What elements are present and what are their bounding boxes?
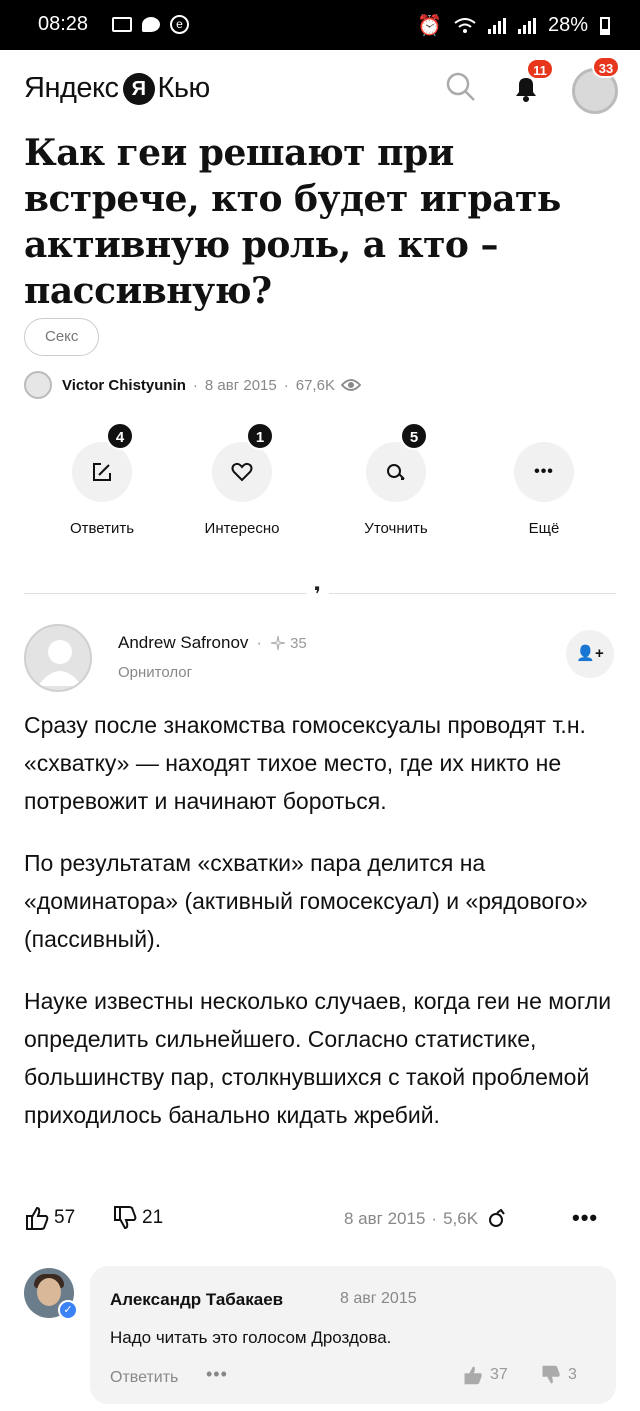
logo-text-left: Яндекс [24, 72, 119, 104]
battery-percent: 28% [547, 14, 588, 36]
clarify-count-badge: 5 [400, 422, 428, 450]
separator-dot: · [431, 1209, 438, 1228]
clarify-action-label: Уточнить [364, 520, 428, 537]
quote-mark-icon: ❜ [306, 582, 329, 607]
answer-more-button[interactable]: ••• [572, 1205, 598, 1231]
speech-bubble-icon [387, 464, 405, 480]
pencil-square-icon [93, 463, 111, 481]
logo-text-right: Кью [157, 72, 211, 104]
notifications-badge: 11 [526, 58, 554, 80]
wifi-icon [454, 17, 476, 33]
clarify-action-button[interactable]: 5 Уточнить [326, 422, 466, 537]
interesting-action-label: Интересно [204, 520, 280, 537]
sparkle-icon [270, 635, 286, 651]
answer-author-line: Andrew Safronov · 35 [118, 633, 307, 653]
separator-dot: · [256, 633, 263, 652]
alarm-icon: ⏰ [417, 15, 442, 37]
app-header: Яндекс Я Кью 11 33 [0, 50, 640, 130]
question-meta: Victor Chistyunin · 8 авг 2015 · 67,6K [24, 371, 361, 399]
battery-icon [600, 16, 610, 35]
question-title: Как геи решают при встрече, кто будет иг… [24, 132, 561, 312]
eye-icon [340, 379, 361, 391]
share-icon[interactable] [484, 1209, 506, 1229]
status-notification-icons: e [112, 15, 189, 34]
answer-body: Сразу после знакомства гомосексуалы пров… [24, 706, 616, 1158]
heart-icon [231, 462, 253, 482]
answer-paragraph: По результатам «схватки» пара делится на… [24, 850, 588, 952]
answer-footer: 57 21 8 авг 2015 · 5,6K ••• [24, 1205, 616, 1241]
search-icon[interactable] [444, 70, 478, 104]
signal-icon [487, 17, 506, 34]
signal-2-icon [517, 17, 536, 34]
question-views: 67,6K [295, 376, 335, 394]
verified-check-icon: ✓ [58, 1300, 78, 1320]
default-avatar-icon [38, 640, 82, 686]
status-bar: 08:28 e ⏰ 28% [0, 0, 640, 50]
status-time: 08:28 [38, 13, 89, 35]
answer-count-badge: 4 [106, 422, 134, 450]
answer-author-role: Орнитолог [118, 664, 193, 681]
question-tag[interactable]: Секс [24, 318, 100, 356]
answer-paragraph: Сразу после знакомства гомосексуалы пров… [24, 712, 586, 814]
answer-action-button[interactable]: 4 Ответить [32, 422, 172, 537]
answer-dislike-button[interactable]: 21 [112, 1205, 163, 1231]
follow-author-button[interactable]: 👤+ [566, 630, 614, 678]
thumbs-up-icon [464, 1366, 482, 1385]
answer-paragraph: Науке известны несколько случаев, когда … [24, 988, 612, 1128]
yandex-q-logo[interactable]: Яндекс Я Кью [24, 72, 210, 105]
thumbs-down-icon [542, 1365, 560, 1384]
e-icon: e [170, 15, 189, 34]
chat-icon [142, 17, 160, 32]
separator-dot: · [283, 376, 289, 394]
interesting-action-button[interactable]: 1 Интересно [172, 422, 312, 537]
question-author[interactable]: Victor Chistyunin [62, 377, 186, 394]
answer-dislike-count: 21 [142, 1207, 164, 1228]
comment-text: Надо читать это голосом Дроздова. [110, 1328, 392, 1347]
comment-like-button[interactable]: 37 [462, 1364, 508, 1386]
comment-author[interactable]: Александр Табакаев [110, 1290, 283, 1310]
more-dots-icon: ••• [534, 463, 554, 480]
thumbs-down-icon [114, 1206, 137, 1230]
answer-like-count: 57 [54, 1207, 76, 1228]
comment-like-count: 37 [490, 1366, 508, 1383]
answer-date-views: 8 авг 2015 · 5,6K [344, 1209, 506, 1229]
answer-views: 5,6K [443, 1209, 479, 1228]
interesting-count-badge: 1 [246, 422, 274, 450]
separator-dot: · [192, 376, 198, 394]
thumbs-up-icon [26, 1206, 49, 1230]
comment-reply-button[interactable]: Ответить [110, 1369, 178, 1387]
logo-mark-icon: Я [122, 72, 155, 105]
question-author-avatar[interactable] [24, 371, 52, 399]
answer-like-button[interactable]: 57 [24, 1205, 75, 1231]
answer-author-karma: 35 [290, 634, 307, 652]
comment-dislike-count: 3 [568, 1366, 577, 1383]
question-date: 8 авг 2015 [204, 376, 277, 394]
profile-badge: 33 [592, 56, 620, 78]
comment-more-button[interactable]: ••• [206, 1364, 228, 1385]
status-system-icons: ⏰ 28% [417, 13, 610, 38]
comment-card: Александр Табакаев 8 авг 2015 Надо читат… [90, 1266, 616, 1404]
answer-action-label: Ответить [69, 520, 135, 537]
answer-date: 8 авг 2015 [344, 1209, 426, 1228]
question-actions: 4 Ответить 1 Интересно 5 Уточнить ••• Ещ… [0, 422, 640, 550]
comment-dislike-button[interactable]: 3 [540, 1364, 577, 1386]
comment-date: 8 авг 2015 [340, 1290, 417, 1307]
more-action-label: Ещё [528, 520, 560, 537]
gallery-icon [112, 17, 132, 32]
answer-author-avatar[interactable] [24, 624, 92, 692]
answer-author-name[interactable]: Andrew Safronov [118, 633, 248, 653]
avatar-face [37, 1278, 61, 1306]
more-action-button[interactable]: ••• Ещё [474, 442, 614, 537]
